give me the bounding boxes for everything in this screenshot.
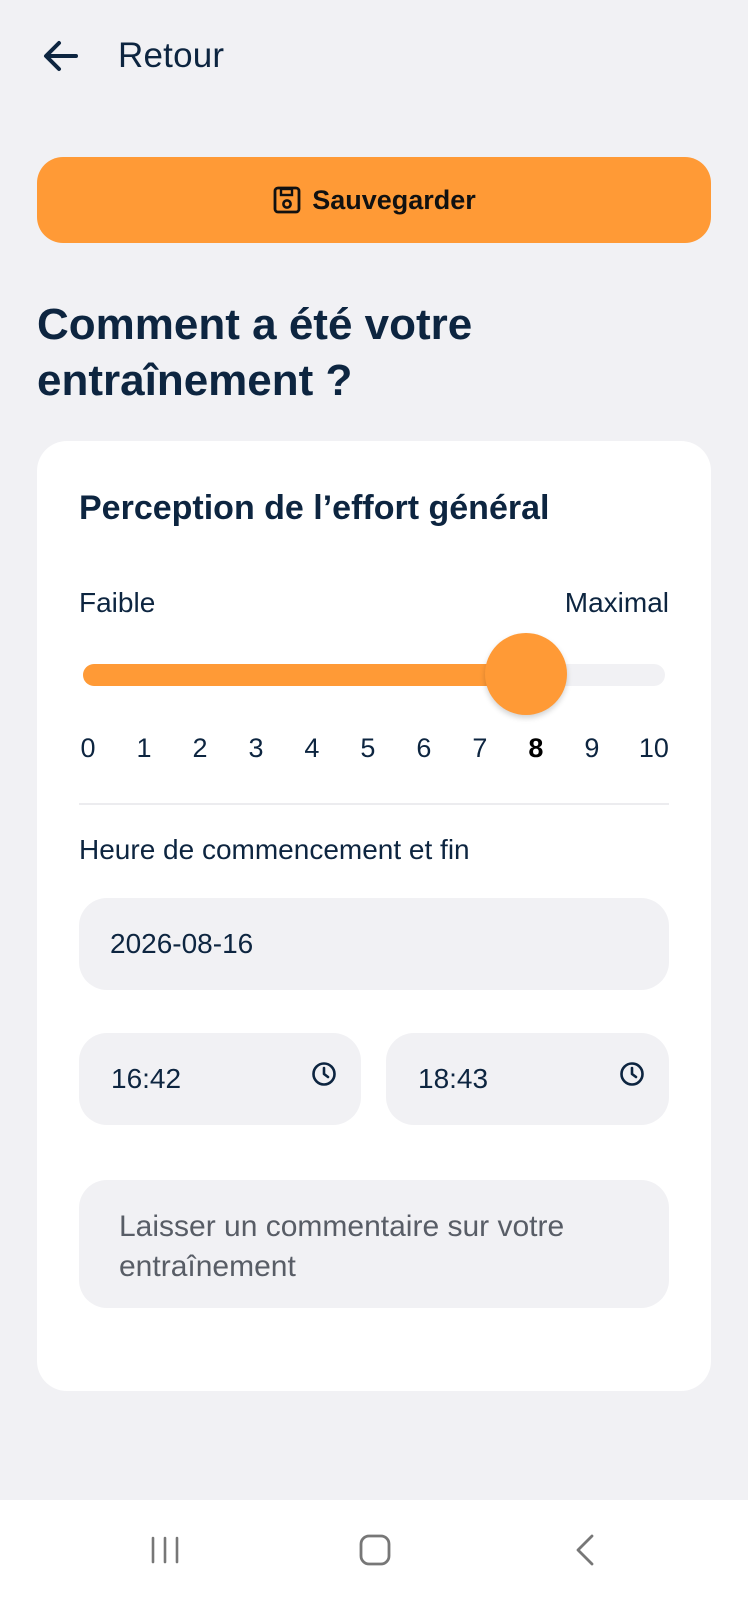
scale-min-label: Faible — [79, 587, 156, 618]
home-icon[interactable] — [355, 1530, 395, 1570]
effort-slider-thumb[interactable] — [485, 633, 568, 715]
comment-input[interactable]: Laisser un commentaire sur votre entraîn… — [79, 1180, 669, 1308]
effort-slider[interactable] — [83, 633, 665, 715]
page-title: Comment a été votre entraînement ? — [37, 300, 473, 405]
scale-max-label: Maximal — [564, 587, 669, 618]
effort-tick[interactable]: 0 — [79, 733, 97, 767]
effort-tick[interactable]: 5 — [359, 733, 377, 767]
effort-tick[interactable]: 6 — [415, 733, 433, 767]
end-time-field[interactable]: 18:43 — [386, 1033, 669, 1125]
time-label: Heure de commencement et fin — [79, 834, 470, 865]
start-time-field[interactable]: 16:42 — [79, 1033, 361, 1125]
effort-tick[interactable]: 3 — [247, 733, 265, 767]
effort-scale-ticks: 0 1 2 3 4 5 6 7 8 9 10 — [79, 733, 669, 767]
effort-tick[interactable]: 10 — [639, 733, 669, 767]
effort-tick[interactable]: 9 — [583, 733, 601, 767]
save-label: Sauvegarder — [312, 184, 476, 215]
screen: Retour Sauvegarder Comment a été votre e… — [0, 0, 748, 1600]
divider — [79, 803, 669, 805]
effort-tick[interactable]: 2 — [191, 733, 209, 767]
end-time-value: 18:43 — [418, 1063, 489, 1094]
start-time-value: 16:42 — [111, 1063, 182, 1094]
date-value: 2026-08-16 — [110, 928, 254, 959]
back-label: Retour — [118, 36, 225, 75]
date-field[interactable]: 2026-08-16 — [79, 898, 669, 990]
chevron-left-icon[interactable] — [566, 1530, 606, 1570]
workout-feedback-card: Perception de l’effort général Faible Ma… — [37, 441, 711, 1391]
effort-title: Perception de l’effort général — [79, 489, 550, 527]
effort-tick[interactable]: 8 — [527, 733, 545, 767]
effort-tick[interactable]: 7 — [471, 733, 489, 767]
back-button[interactable]: Retour — [42, 36, 224, 76]
system-navigation-bar — [0, 1500, 748, 1600]
save-button[interactable]: Sauvegarder — [37, 157, 711, 243]
effort-tick[interactable]: 1 — [135, 733, 153, 767]
clock-icon[interactable] — [619, 1061, 645, 1087]
effort-slider-fill — [83, 664, 527, 686]
floppy-disk-icon — [273, 186, 301, 214]
arrow-left-icon — [44, 41, 78, 71]
recent-apps-icon[interactable] — [145, 1530, 185, 1570]
clock-icon[interactable] — [311, 1061, 337, 1087]
effort-tick[interactable]: 4 — [303, 733, 321, 767]
